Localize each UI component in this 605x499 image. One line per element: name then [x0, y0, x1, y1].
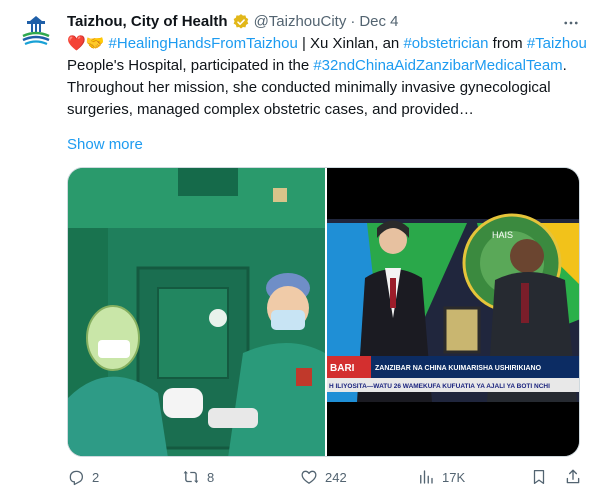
text-segment: | Xu Xinlan, an — [297, 35, 404, 52]
hashtag-link[interactable]: #obstetrician — [403, 35, 488, 52]
separator-dot: · — [350, 13, 356, 30]
action-bar: 2 8 242 17K — [67, 466, 582, 488]
award-photo[interactable]: BARI ZANZIBAR NA CHINA KUIMARISHA USHIRI… — [325, 168, 579, 456]
repost-icon — [183, 470, 199, 484]
banner-text: ZANZIBAR NA CHINA KUIMARISHA USHIRIKIANO — [375, 365, 542, 372]
operating-room-image — [68, 168, 325, 456]
media-grid: BARI ZANZIBAR NA CHINA KUIMARISHA USHIRI… — [67, 167, 580, 457]
reply-button[interactable]: 2 — [67, 466, 99, 488]
tweet-text: ❤️🤝 #HealingHandsFromTaizhou | Xu Xinlan… — [67, 33, 587, 121]
hashtag-link[interactable]: #32ndChinaAidZanzibarMedicalTeam — [313, 57, 562, 74]
bookmark-button[interactable] — [530, 466, 548, 488]
repost-button[interactable]: 8 — [182, 466, 214, 488]
ceremony-image: BARI ZANZIBAR NA CHINA KUIMARISHA USHIRI… — [327, 168, 579, 456]
more-icon — [564, 21, 578, 25]
emblem-text: HAIS — [492, 230, 513, 240]
bookmark-icon — [533, 469, 545, 485]
more-options-button[interactable] — [560, 12, 582, 34]
tweet-header: Taizhou, City of Health @TaizhouCity · D… — [67, 12, 399, 32]
like-count: 242 — [325, 469, 347, 485]
like-button[interactable]: 242 — [300, 466, 347, 488]
heart-icon — [301, 470, 317, 484]
hashtag-link[interactable]: #Taizhou — [527, 35, 587, 52]
share-icon — [566, 469, 580, 484]
user-handle[interactable]: @TaizhouCity — [254, 12, 347, 32]
city-logo-icon — [16, 12, 56, 52]
repost-count: 8 — [207, 469, 215, 485]
emoji: ❤️🤝 — [67, 35, 105, 52]
views-button[interactable]: 17K — [417, 466, 465, 488]
gold-check-icon — [233, 14, 248, 29]
hashtag-link[interactable]: #HealingHandsFromTaizhou — [109, 35, 298, 52]
avatar[interactable] — [16, 12, 56, 52]
reply-icon — [69, 470, 84, 486]
share-button[interactable] — [564, 466, 582, 488]
show-more-link[interactable]: Show more — [67, 134, 143, 156]
reply-count: 2 — [92, 469, 100, 485]
ticker-text: H ILIYOSITA—WATU 26 WAMEKUFA KUFUATIA YA… — [329, 383, 550, 390]
tweet: Taizhou, City of Health @TaizhouCity · D… — [0, 0, 605, 499]
views-count: 17K — [442, 469, 466, 485]
display-name[interactable]: Taizhou, City of Health — [67, 12, 228, 32]
surgery-photo[interactable] — [68, 168, 325, 456]
banner-tag-text: BARI — [330, 363, 355, 374]
text-segment: People's Hospital, participated in the — [67, 57, 314, 74]
post-date[interactable]: Dec 4 — [359, 12, 398, 32]
text-segment: from — [488, 35, 527, 52]
views-icon — [420, 470, 433, 484]
